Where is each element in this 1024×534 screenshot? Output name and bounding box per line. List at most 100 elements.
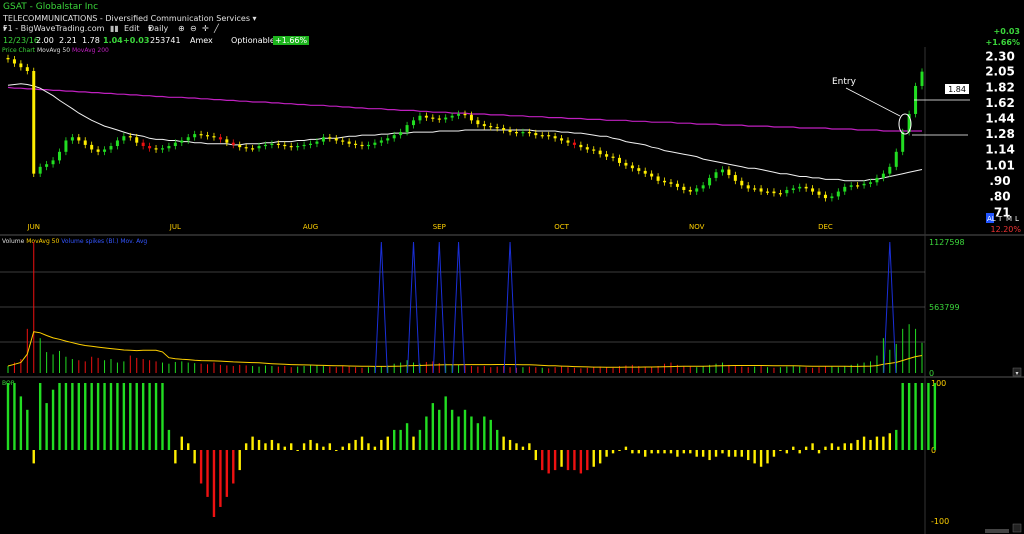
chart-canvas[interactable]: 2.302.051.821.621.441.281.141.01.90.80.7… (0, 0, 1024, 534)
bop-bar (51, 389, 55, 450)
bop-bar (798, 450, 801, 454)
candle-body (830, 196, 834, 199)
bop-bar (32, 450, 35, 464)
bop-bar (579, 450, 583, 474)
candle-body (283, 144, 287, 147)
bop-bar (174, 450, 177, 464)
candle-body (476, 120, 480, 125)
scroll-button[interactable] (1012, 523, 1022, 533)
bop-bar (927, 383, 930, 450)
candle-body (746, 185, 750, 189)
candle-body (823, 194, 827, 199)
volume-pane: 1127598 563799 0 (7, 238, 965, 378)
candle-body (566, 140, 570, 143)
candle-body (399, 132, 403, 136)
candle-body (90, 144, 94, 150)
horizontal-scrollbar[interactable] (985, 529, 1009, 533)
bop-bar (392, 429, 396, 450)
bop-bar (154, 383, 158, 450)
bop-bar (553, 450, 557, 471)
entry-annotation: Entry (832, 77, 857, 87)
candle-body (843, 186, 847, 192)
tag-l[interactable]: L (1015, 215, 1019, 223)
bop-bar (264, 443, 267, 450)
bop-bar (740, 450, 743, 457)
candle-body (103, 149, 107, 152)
bop-bar (901, 383, 904, 450)
candle-body (206, 135, 210, 137)
bop-bar (19, 396, 23, 450)
candle-body (154, 148, 158, 150)
bop-bar (676, 450, 679, 457)
month-tick-label: OCT (554, 223, 569, 231)
chevron-down-icon: ▾ (1015, 370, 1018, 377)
bop-bar (45, 403, 48, 450)
candle-body (148, 146, 152, 149)
bop-bar (380, 439, 383, 450)
bop-bar (605, 450, 608, 457)
candle-body (321, 137, 325, 142)
candle-body (64, 140, 68, 152)
price-y-tick-label: 1.01 (985, 159, 1015, 173)
volume-spike (503, 241, 517, 374)
bop-bar (232, 450, 235, 484)
candle-body (547, 135, 551, 137)
bop-bar (122, 383, 126, 450)
bop-bar (695, 450, 698, 457)
candle-body (424, 115, 428, 118)
bop-bar (573, 450, 576, 471)
tag-m[interactable]: M (1006, 215, 1012, 223)
tag-t[interactable]: T (997, 215, 1003, 223)
candle-body (881, 173, 885, 178)
bop-bar (747, 450, 750, 461)
candle-body (444, 117, 448, 120)
candle-body (296, 146, 300, 148)
candle-body (225, 139, 229, 143)
bop-bar (502, 436, 505, 450)
bop-bar (206, 450, 209, 497)
bop-bar (875, 436, 879, 450)
candle-body (238, 144, 242, 148)
bop-bar (541, 450, 544, 471)
candle-body (688, 189, 692, 192)
candle-body (708, 177, 712, 186)
bop-bar (129, 383, 132, 450)
bop-bar (277, 443, 280, 450)
bop-bar (753, 450, 756, 464)
bop-bar (701, 450, 705, 457)
candle-body (450, 115, 454, 118)
candle-body (740, 180, 744, 186)
bop-bar (489, 419, 492, 450)
bop-bar (824, 446, 827, 450)
candle-body (534, 133, 538, 136)
bop-bar (914, 383, 917, 450)
candle-body (218, 137, 222, 140)
bop-bar (476, 423, 480, 450)
bop-bar (58, 383, 61, 450)
bop-bar (335, 450, 338, 451)
bop-bar (90, 383, 93, 450)
bop-bar (631, 450, 634, 454)
candle-body (585, 147, 589, 150)
candle-body (650, 173, 654, 177)
bop-bar (895, 429, 898, 450)
candle-body (109, 146, 113, 150)
bop-bar (367, 443, 370, 450)
candle-body (720, 169, 724, 173)
bop-bar (547, 450, 550, 474)
bop-bar (38, 383, 42, 450)
candle-body (502, 128, 506, 131)
bop-bar (766, 450, 769, 464)
bop-bar (624, 446, 628, 450)
candle-body (167, 146, 171, 149)
bop-bar (412, 436, 415, 450)
bop-bar (804, 446, 808, 450)
candle-body (579, 144, 583, 148)
candle-body (347, 141, 351, 144)
bop-bar (508, 439, 512, 450)
candle-body (6, 57, 10, 60)
tag-al[interactable]: AL (987, 215, 996, 223)
price-y-tick-label: 2.30 (985, 49, 1015, 63)
candle-body (373, 142, 377, 145)
bop-bar (187, 443, 190, 450)
